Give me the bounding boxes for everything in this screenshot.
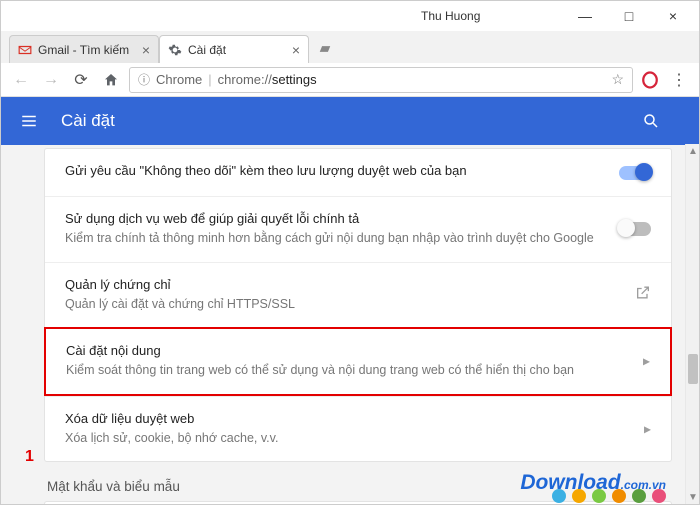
home-button[interactable]	[99, 68, 123, 92]
tab-settings[interactable]: Cài đặt ×	[159, 35, 309, 63]
url-host: chrome://	[218, 72, 272, 87]
row-title: Sử dụng dịch vụ web để giúp giải quyết l…	[65, 211, 651, 226]
row-desc: Kiểm soát thông tin trang web có thể sử …	[66, 362, 650, 380]
back-button[interactable]: ←	[9, 68, 33, 92]
row-certificates[interactable]: Quản lý chứng chỉ Quản lý cài đặt và chứ…	[45, 262, 671, 328]
tab-label: Gmail - Tìm kiếm	[38, 43, 129, 57]
maximize-button[interactable]: □	[607, 2, 651, 30]
row-title: Gửi yêu cầu "Không theo dõi" kèm theo lư…	[65, 163, 651, 178]
window-titlebar: Thu Huong — □ ×	[1, 1, 699, 31]
external-link-icon[interactable]	[635, 284, 651, 305]
gear-icon	[168, 43, 182, 57]
reload-button[interactable]: ⟳	[69, 68, 93, 92]
row-desc: Xóa lịch sử, cookie, bộ nhớ cache, v.v.	[65, 430, 651, 448]
url-scheme-label: Chrome	[156, 72, 202, 87]
info-icon: ⓘ	[138, 71, 150, 88]
row-title: Xóa dữ liệu duyệt web	[65, 411, 651, 426]
chevron-right-icon: ▸	[643, 353, 650, 370]
settings-title: Cài đặt	[61, 111, 115, 131]
browser-toolbar: ← → ⟳ ⓘ Chrome | chrome:// settings ☆ ⋮	[1, 63, 699, 97]
vertical-scrollbar[interactable]: ▲ ▼	[685, 144, 699, 504]
gmail-icon	[18, 43, 32, 57]
row-desc: Kiểm tra chính tả thông minh hơn bằng cá…	[65, 230, 651, 248]
privacy-card: Gửi yêu cầu "Không theo dõi" kèm theo lư…	[45, 149, 671, 461]
row-desc: Quản lý cài đặt và chứng chỉ HTTPS/SSL	[65, 296, 651, 314]
close-window-button[interactable]: ×	[651, 2, 695, 30]
toggle-spellcheck[interactable]	[619, 222, 651, 236]
row-content-settings[interactable]: Cài đặt nội dung Kiểm soát thông tin tra…	[44, 327, 672, 396]
tab-close-icon[interactable]: ×	[292, 42, 300, 58]
annotation-number: 1	[25, 448, 34, 466]
menu-button[interactable]: ⋮	[667, 68, 691, 92]
watermark-dots	[552, 489, 666, 503]
row-do-not-track[interactable]: Gửi yêu cầu "Không theo dõi" kèm theo lư…	[45, 149, 671, 196]
scrollbar-thumb[interactable]	[688, 354, 698, 384]
scroll-up-icon[interactable]: ▲	[686, 144, 700, 158]
extension-opera-icon[interactable]	[639, 69, 661, 91]
row-title: Cài đặt nội dung	[66, 343, 650, 358]
chevron-right-icon: ▸	[644, 420, 651, 437]
scroll-down-icon[interactable]: ▼	[686, 490, 700, 504]
toggle-dnt[interactable]	[619, 166, 651, 180]
minimize-button[interactable]: —	[563, 2, 607, 30]
tab-close-icon[interactable]: ×	[142, 42, 150, 58]
tab-strip: Gmail - Tìm kiếm × Cài đặt ×	[1, 31, 699, 63]
tab-label: Cài đặt	[188, 43, 226, 57]
bookmark-star-icon[interactable]: ☆	[611, 71, 624, 88]
row-spellcheck[interactable]: Sử dụng dịch vụ web để giúp giải quyết l…	[45, 196, 671, 262]
row-title: Quản lý chứng chỉ	[65, 277, 651, 292]
search-icon[interactable]	[639, 109, 663, 133]
browser-window: Thu Huong — □ × Gmail - Tìm kiếm × Cài đ…	[0, 0, 700, 505]
settings-appbar: Cài đặt	[1, 97, 699, 145]
hamburger-icon[interactable]	[17, 109, 41, 133]
address-bar[interactable]: ⓘ Chrome | chrome:// settings ☆	[129, 67, 633, 93]
window-user-label: Thu Huong	[421, 9, 480, 23]
forward-button[interactable]: →	[39, 68, 63, 92]
url-path: settings	[272, 72, 317, 87]
row-clear-data[interactable]: Xóa dữ liệu duyệt web Xóa lịch sử, cooki…	[45, 396, 671, 462]
tab-gmail[interactable]: Gmail - Tìm kiếm ×	[9, 35, 159, 63]
settings-content[interactable]: Gửi yêu cầu "Không theo dõi" kèm theo lư…	[1, 145, 699, 504]
new-tab-button[interactable]	[315, 39, 335, 59]
